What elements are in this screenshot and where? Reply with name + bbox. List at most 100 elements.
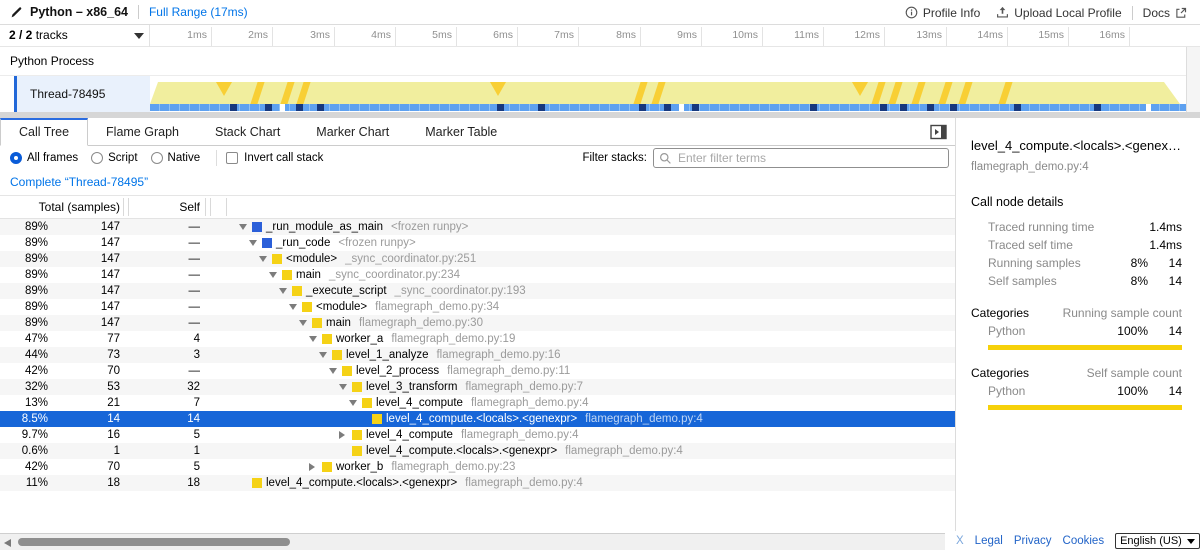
twisty-expanded-icon[interactable] <box>289 304 297 310</box>
stat-percent: 8% <box>1108 256 1148 270</box>
function-label: level_4_compute.<locals>.<genexpr> <box>366 445 557 457</box>
language-select[interactable]: English (US) <box>1115 533 1200 549</box>
radio-circle[interactable] <box>151 152 163 164</box>
function-label: worker_a <box>336 333 383 345</box>
calltree-rows: 89%147—_run_module_as_main<frozen runpy>… <box>0 219 955 491</box>
twisty-collapsed-icon[interactable] <box>309 463 315 471</box>
twisty-expanded-icon[interactable] <box>269 272 277 278</box>
twisty-expanded-icon[interactable] <box>279 288 287 294</box>
twisty-expanded-icon[interactable] <box>239 224 247 230</box>
cell-total-percent: 9.7% <box>0 427 48 443</box>
tab-flame-graph[interactable]: Flame Graph <box>88 118 197 145</box>
sample-strip-dark-segment <box>927 104 934 111</box>
cell-total-percent: 42% <box>0 363 48 379</box>
table-row-module[interactable]: 89%147—<module>_sync_coordinator.py:251 <box>0 251 955 267</box>
tab-stack-chart[interactable]: Stack Chart <box>197 118 298 145</box>
cell-total-samples: 53 <box>52 379 120 395</box>
footer-link-privacy[interactable]: Privacy <box>1014 535 1052 547</box>
sample-strip[interactable] <box>150 104 1186 111</box>
filter-stacks-input[interactable] <box>653 148 949 168</box>
table-row-level-4-compute[interactable]: 9.7%165level_4_computeflamegraph_demo.py… <box>0 427 955 443</box>
edit-pencil-icon[interactable] <box>10 6 23 19</box>
radio-circle[interactable] <box>91 152 103 164</box>
full-range-link[interactable]: Full Range (17ms) <box>149 5 248 19</box>
process-track-row[interactable]: Python Process <box>0 47 1200 76</box>
scroll-left-arrow-icon[interactable] <box>4 539 11 547</box>
twisty-expanded-icon[interactable] <box>259 256 267 262</box>
tracks-dropdown[interactable]: 2 / 2 tracks <box>0 25 150 47</box>
twisty-expanded-icon[interactable] <box>309 336 317 342</box>
radio-native[interactable]: Native <box>151 152 214 164</box>
header-bar: Python – x86_64 Full Range (17ms) Profil… <box>0 0 1200 25</box>
radio-circle[interactable] <box>10 152 22 164</box>
stat-label: Traced self time <box>971 238 1108 252</box>
table-row-run-module-as-main[interactable]: 89%147—_run_module_as_main<frozen runpy> <box>0 219 955 235</box>
sidebar-toggle-button[interactable] <box>930 124 947 140</box>
thread-track-row[interactable]: Thread-78495 <box>0 76 1200 112</box>
category-square-icon <box>352 430 362 440</box>
function-name: worker_aflamegraph_demo.py:19 <box>336 331 515 347</box>
footer-link-legal[interactable]: Legal <box>975 535 1003 547</box>
cpu-activity-band[interactable] <box>150 82 1186 104</box>
cell-self-samples: 32 <box>130 379 200 395</box>
footer-link-cookies[interactable]: Cookies <box>1063 535 1105 547</box>
twisty-expanded-icon[interactable] <box>249 240 257 246</box>
tab-marker-chart[interactable]: Marker Chart <box>298 118 407 145</box>
radio-script[interactable]: Script <box>91 152 150 164</box>
docs-link[interactable]: Docs <box>1143 6 1192 20</box>
table-row-level-2-process[interactable]: 42%70—level_2_processflamegraph_demo.py:… <box>0 363 955 379</box>
function-label: level_4_compute <box>376 397 463 409</box>
table-row-level-4-compute[interactable]: 13%217level_4_computeflamegraph_demo.py:… <box>0 395 955 411</box>
function-label: _run_module_as_main <box>266 221 383 233</box>
function-label: <module> <box>286 253 337 265</box>
track-marker-wedge <box>852 82 868 96</box>
footer-link-x[interactable]: X <box>956 535 964 547</box>
category-square-icon <box>302 302 312 312</box>
table-row-level-4-compute-locals-genexpr[interactable]: 11%1818level_4_compute.<locals>.<genexpr… <box>0 475 955 491</box>
twisty-expanded-icon[interactable] <box>319 352 327 358</box>
table-row-execute-script[interactable]: 89%147—_execute_script_sync_coordinator.… <box>0 283 955 299</box>
twisty-collapsed-icon[interactable] <box>339 431 345 439</box>
cell-self-samples: 18 <box>130 475 200 491</box>
thread-label: Thread-78495 <box>17 76 150 112</box>
track-marker-slash <box>958 80 973 106</box>
track-marker-slash <box>998 80 1013 106</box>
table-row-worker-b[interactable]: 42%705worker_bflamegraph_demo.py:23 <box>0 459 955 475</box>
upload-profile-button[interactable]: Upload Local Profile <box>996 6 1121 20</box>
ruler-tick-label: 1ms <box>151 25 207 46</box>
twisty-expanded-icon[interactable] <box>349 400 357 406</box>
profile-title: Python – x86_64 <box>30 5 128 19</box>
table-row-main[interactable]: 89%147—main_sync_coordinator.py:234 <box>0 267 955 283</box>
checkbox-box[interactable] <box>226 152 238 164</box>
breadcrumb[interactable]: Complete “Thread-78495” <box>10 170 148 195</box>
radio-all-frames[interactable]: All frames <box>10 152 91 164</box>
table-row-level-4-compute-locals-genexpr[interactable]: 8.5%1414level_4_compute.<locals>.<genexp… <box>0 411 955 427</box>
dropdown-triangle-icon <box>134 33 144 39</box>
track-marker-wedge <box>216 82 232 96</box>
function-label: worker_b <box>336 461 383 473</box>
scrollbar-thumb[interactable] <box>18 538 290 546</box>
table-row-level-1-analyze[interactable]: 44%733level_1_analyzeflamegraph_demo.py:… <box>0 347 955 363</box>
table-row-worker-a[interactable]: 47%774worker_aflamegraph_demo.py:19 <box>0 331 955 347</box>
twisty-expanded-icon[interactable] <box>329 368 337 374</box>
table-row-run-code[interactable]: 89%147—_run_code<frozen runpy> <box>0 235 955 251</box>
twisty-expanded-icon[interactable] <box>299 320 307 326</box>
profile-info-button[interactable]: Profile Info <box>905 6 980 20</box>
divider <box>1132 6 1133 20</box>
invert-call-stack-checkbox[interactable]: Invert call stack <box>226 152 336 164</box>
cell-self-samples: — <box>130 235 200 251</box>
cell-self-samples: — <box>130 219 200 235</box>
stat-traced-running-time: Traced running time1.4ms <box>971 218 1182 236</box>
twisty-expanded-icon[interactable] <box>339 384 347 390</box>
track-marker-slash <box>280 80 295 106</box>
tab-marker-table[interactable]: Marker Table <box>407 118 515 145</box>
table-row-main[interactable]: 89%147—mainflamegraph_demo.py:30 <box>0 315 955 331</box>
table-row-module[interactable]: 89%147—<module>flamegraph_demo.py:34 <box>0 299 955 315</box>
table-row-level-3-transform[interactable]: 32%5332level_3_transformflamegraph_demo.… <box>0 379 955 395</box>
table-row-level-4-compute-locals-genexpr[interactable]: 0.6%11level_4_compute.<locals>.<genexpr>… <box>0 443 955 459</box>
stat-label: Self samples <box>971 274 1108 288</box>
track-marker-wedge <box>490 82 506 96</box>
cell-total-percent: 11% <box>0 475 48 491</box>
tab-call-tree[interactable]: Call Tree <box>0 118 88 146</box>
ruler-tick-label: 8ms <box>580 25 636 46</box>
